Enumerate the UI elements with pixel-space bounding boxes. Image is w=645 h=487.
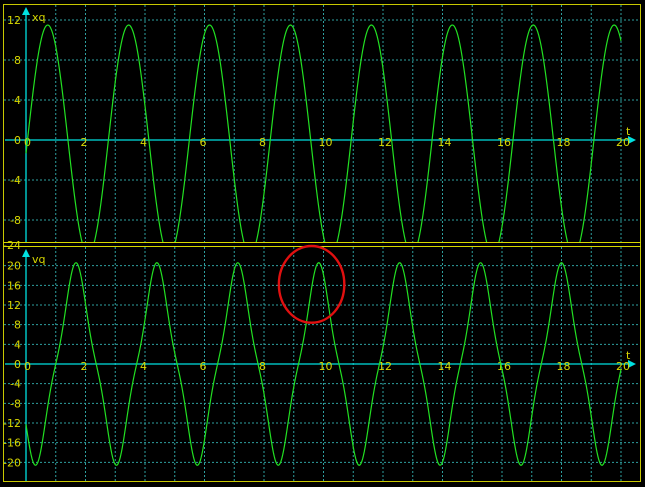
y-tick-label: 8: [14, 54, 21, 67]
x-tick-label: 18: [557, 360, 571, 373]
y-tick-label: 12: [7, 14, 21, 27]
y-tick-label: 20: [7, 260, 21, 273]
y-axis-label: vq: [32, 253, 46, 266]
x-tick-label: 14: [438, 136, 452, 149]
x-tick-label: 16: [497, 360, 511, 373]
y-tick-label: -20: [3, 456, 21, 469]
oscilloscope-display: xq t 0 2 4 6 8 10 12 14 16 18 20 12 8 4 0 -4 -8 vq t 0 2 4 6 8 10 1…: [0, 0, 645, 487]
x-tick-label: 8: [259, 136, 266, 149]
y-axis-arrow: [22, 7, 30, 15]
y-tick-label: -4: [10, 174, 21, 187]
panel-2: vqt0 2 4 6 8 10 12 14 16 18 20-24201612840-4-8-12-…: [3, 239, 640, 481]
y-axis-label: xq: [32, 11, 46, 24]
y-tick-label: 4: [14, 94, 21, 107]
panel-1: xqt0 2 4 6 8 10 12 14 16 18 2012840-4-8: [4, 5, 640, 242]
x-tick-label: 16: [497, 136, 511, 149]
y-tick-label: 12: [7, 299, 21, 312]
dual-trace-plot: xqt0 2 4 6 8 10 12 14 16 18 2012840-4-8vqt0 2 4 6 8 10 1…: [3, 4, 641, 482]
x-tick-label: 4: [140, 360, 147, 373]
x-tick-label: 4: [140, 136, 147, 149]
highlight-circle: [277, 244, 346, 324]
y-tick-label: 0: [14, 134, 21, 147]
x-tick-label: 10: [319, 360, 333, 373]
y-tick-label: -8: [10, 397, 21, 410]
y-tick-label: -12: [3, 417, 21, 430]
y-tick-label: 8: [14, 319, 21, 332]
x-tick-label: 2: [81, 360, 88, 373]
x-tick-label: 2: [81, 136, 88, 149]
x-tick-label: 10: [319, 136, 333, 149]
y-axis-arrow: [22, 249, 30, 257]
y-tick-label: 0: [14, 358, 21, 371]
x-tick-label: 14: [438, 360, 452, 373]
x-tick-label: 18: [557, 136, 571, 149]
x-tick-label: 0: [24, 360, 31, 373]
x-tick-label: 12: [378, 136, 392, 149]
x-tick-label: 20: [616, 136, 630, 149]
y-tick-label: -16: [3, 437, 21, 450]
y-tick-label: -24: [3, 239, 21, 252]
y-tick-label: 4: [14, 338, 21, 351]
y-tick-label: -8: [10, 214, 21, 227]
y-tick-label: -4: [10, 378, 21, 391]
x-tick-label: 6: [200, 360, 207, 373]
y-tick-label: 16: [7, 279, 21, 292]
x-tick-label: 6: [200, 136, 207, 149]
x-tick-label: 20: [616, 360, 630, 373]
